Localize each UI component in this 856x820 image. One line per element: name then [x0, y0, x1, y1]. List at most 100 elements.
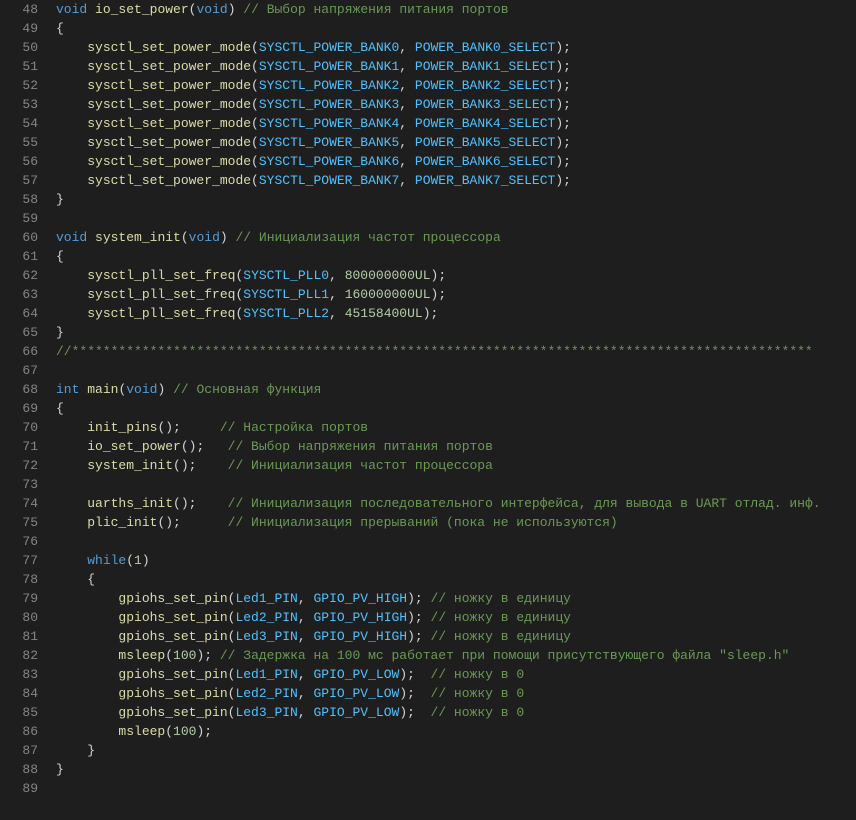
token-pn	[87, 2, 95, 17]
token-pn: (	[251, 135, 259, 150]
token-fn: sysctl_pll_set_freq	[87, 306, 235, 321]
code-line[interactable]: {	[56, 247, 848, 266]
token-cmt: // ножку в 0	[431, 705, 525, 720]
token-fn: main	[87, 382, 118, 397]
token-kw: void	[189, 230, 220, 245]
token-const: SYSCTL_POWER_BANK2	[259, 78, 399, 93]
token-pn: ,	[329, 287, 345, 302]
code-line[interactable]: //**************************************…	[56, 342, 848, 361]
code-line[interactable]: system_init(); // Инициализация частот п…	[56, 456, 848, 475]
token-pn: (	[251, 173, 259, 188]
code-area[interactable]: void io_set_power(void) // Выбор напряже…	[56, 0, 856, 820]
line-number-gutter: 4849505152535455565758596061626364656667…	[0, 0, 56, 820]
code-line[interactable]: init_pins(); // Настройка портов	[56, 418, 848, 437]
token-const: Led1_PIN	[235, 591, 297, 606]
token-enum: POWER_BANK5_SELECT	[415, 135, 555, 150]
code-line[interactable]: uarths_init(); // Инициализация последов…	[56, 494, 848, 513]
code-line[interactable]: sysctl_set_power_mode(SYSCTL_POWER_BANK3…	[56, 95, 848, 114]
code-line[interactable]: sysctl_set_power_mode(SYSCTL_POWER_BANK5…	[56, 133, 848, 152]
token-pn: ,	[298, 629, 314, 644]
token-pn	[56, 610, 118, 625]
token-fn: sysctl_set_power_mode	[87, 173, 251, 188]
token-enum: POWER_BANK1_SELECT	[415, 59, 555, 74]
code-line[interactable]: sysctl_set_power_mode(SYSCTL_POWER_BANK6…	[56, 152, 848, 171]
line-number: 68	[8, 380, 38, 399]
token-fn: init_pins	[87, 420, 157, 435]
code-line[interactable]: io_set_power(); // Выбор напряжения пита…	[56, 437, 848, 456]
code-line[interactable]: msleep(100); // Задержка на 100 мс работ…	[56, 646, 848, 665]
code-line[interactable]: sysctl_set_power_mode(SYSCTL_POWER_BANK2…	[56, 76, 848, 95]
token-const: Led3_PIN	[235, 705, 297, 720]
code-line[interactable]: gpiohs_set_pin(Led3_PIN, GPIO_PV_LOW); /…	[56, 703, 848, 722]
code-line[interactable]: {	[56, 399, 848, 418]
token-pn	[56, 705, 118, 720]
code-line[interactable]	[56, 779, 848, 798]
code-line[interactable]: gpiohs_set_pin(Led1_PIN, GPIO_PV_HIGH); …	[56, 589, 848, 608]
code-line[interactable]: }	[56, 190, 848, 209]
code-line[interactable]	[56, 475, 848, 494]
line-number: 85	[8, 703, 38, 722]
code-line[interactable]: gpiohs_set_pin(Led2_PIN, GPIO_PV_LOW); /…	[56, 684, 848, 703]
code-line[interactable]: sysctl_set_power_mode(SYSCTL_POWER_BANK1…	[56, 57, 848, 76]
code-line[interactable]: void io_set_power(void) // Выбор напряже…	[56, 0, 848, 19]
token-pn: (	[251, 116, 259, 131]
code-line[interactable]: gpiohs_set_pin(Led2_PIN, GPIO_PV_HIGH); …	[56, 608, 848, 627]
code-line[interactable]: sysctl_set_power_mode(SYSCTL_POWER_BANK4…	[56, 114, 848, 133]
code-line[interactable]: sysctl_set_power_mode(SYSCTL_POWER_BANK7…	[56, 171, 848, 190]
token-const: Led1_PIN	[235, 667, 297, 682]
code-line[interactable]: sysctl_pll_set_freq(SYSCTL_PLL0, 8000000…	[56, 266, 848, 285]
code-line[interactable]: plic_init(); // Инициализация прерываний…	[56, 513, 848, 532]
line-number: 88	[8, 760, 38, 779]
code-line[interactable]: gpiohs_set_pin(Led3_PIN, GPIO_PV_HIGH); …	[56, 627, 848, 646]
line-number: 51	[8, 57, 38, 76]
code-line[interactable]	[56, 532, 848, 551]
token-enum: POWER_BANK2_SELECT	[415, 78, 555, 93]
token-num: 100	[173, 724, 196, 739]
code-line[interactable]: }	[56, 760, 848, 779]
token-cmt: // ножку в 0	[431, 686, 525, 701]
line-number: 71	[8, 437, 38, 456]
code-editor[interactable]: 4849505152535455565758596061626364656667…	[0, 0, 856, 820]
token-pn: (	[181, 230, 189, 245]
token-fn: io_set_power	[95, 2, 189, 17]
token-fn: system_init	[95, 230, 181, 245]
token-pn: );	[196, 648, 219, 663]
code-line[interactable]: msleep(100);	[56, 722, 848, 741]
code-line[interactable]: gpiohs_set_pin(Led1_PIN, GPIO_PV_LOW); /…	[56, 665, 848, 684]
token-pn: ();	[157, 515, 227, 530]
token-pn: (	[165, 648, 173, 663]
token-pn	[56, 724, 118, 739]
code-line[interactable]: {	[56, 19, 848, 38]
code-line[interactable]: sysctl_pll_set_freq(SYSCTL_PLL1, 1600000…	[56, 285, 848, 304]
token-fn: sysctl_set_power_mode	[87, 116, 251, 131]
code-line[interactable]: int main(void) // Основная функция	[56, 380, 848, 399]
code-line[interactable]: while(1)	[56, 551, 848, 570]
line-number: 82	[8, 646, 38, 665]
token-kw: int	[56, 382, 79, 397]
code-line[interactable]: {	[56, 570, 848, 589]
token-pn: );	[196, 724, 212, 739]
token-pn	[56, 496, 87, 511]
code-line[interactable]: void system_init(void) // Инициализация …	[56, 228, 848, 247]
token-const: SYSCTL_POWER_BANK5	[259, 135, 399, 150]
token-cmt: // Настройка портов	[220, 420, 368, 435]
code-line[interactable]	[56, 361, 848, 380]
token-pn: );	[555, 135, 571, 150]
code-line[interactable]	[56, 209, 848, 228]
token-const: SYSCTL_POWER_BANK7	[259, 173, 399, 188]
line-number: 63	[8, 285, 38, 304]
code-line[interactable]: sysctl_pll_set_freq(SYSCTL_PLL2, 4515840…	[56, 304, 848, 323]
token-const: SYSCTL_POWER_BANK1	[259, 59, 399, 74]
token-pn	[56, 667, 118, 682]
token-brace: {	[56, 401, 64, 416]
token-fn: sysctl_set_power_mode	[87, 78, 251, 93]
code-line[interactable]: sysctl_set_power_mode(SYSCTL_POWER_BANK0…	[56, 38, 848, 57]
token-brace: }	[56, 762, 64, 777]
code-line[interactable]: }	[56, 323, 848, 342]
line-number: 70	[8, 418, 38, 437]
code-line[interactable]: }	[56, 741, 848, 760]
token-pn: (	[251, 59, 259, 74]
token-pn	[56, 572, 87, 587]
token-const: SYSCTL_PLL2	[243, 306, 329, 321]
token-fn: system_init	[87, 458, 173, 473]
